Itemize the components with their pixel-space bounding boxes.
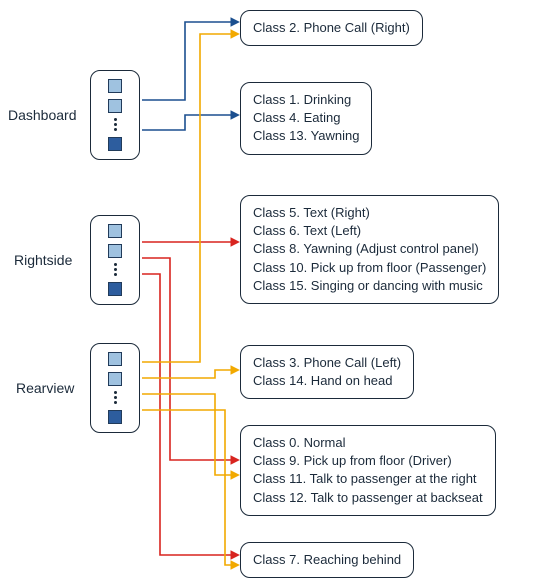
block-icon [108, 137, 122, 151]
block-icon [108, 99, 122, 113]
block-icon [108, 282, 122, 296]
class-box-drink-eat-yawn: Class 1. Drinking Class 4. Eating Class … [240, 82, 372, 155]
class-line: Class 13. Yawning [253, 127, 359, 145]
diagram-canvas: Dashboard Rightside Rearview Class 2. Ph… [0, 0, 552, 580]
source-label-rearview: Rearview [16, 380, 74, 396]
class-line: Class 14. Hand on head [253, 372, 401, 390]
source-label-dashboard: Dashboard [8, 107, 77, 123]
source-label-rightside: Rightside [14, 252, 72, 268]
class-box-normal-pickup-talk: Class 0. Normal Class 9. Pick up from fl… [240, 425, 496, 516]
block-icon [108, 372, 122, 386]
class-line: Class 7. Reaching behind [253, 551, 401, 569]
source-rearview [90, 343, 140, 433]
class-box-phone-left-hand: Class 3. Phone Call (Left) Class 14. Han… [240, 345, 414, 399]
class-line: Class 0. Normal [253, 434, 483, 452]
block-icon [108, 79, 122, 93]
class-box-text-yawn-pickup-sing: Class 5. Text (Right) Class 6. Text (Lef… [240, 195, 499, 304]
class-line: Class 11. Talk to passenger at the right [253, 470, 483, 488]
class-box-reaching-behind: Class 7. Reaching behind [240, 542, 414, 578]
class-line: Class 15. Singing or dancing with music [253, 277, 486, 295]
ellipsis-icon [114, 391, 117, 404]
ellipsis-icon [114, 118, 117, 131]
class-line: Class 6. Text (Left) [253, 222, 486, 240]
block-icon [108, 244, 122, 258]
class-line: Class 5. Text (Right) [253, 204, 486, 222]
source-rightside [90, 215, 140, 305]
block-icon [108, 352, 122, 366]
class-line: Class 3. Phone Call (Left) [253, 354, 401, 372]
block-icon [108, 224, 122, 238]
class-line: Class 4. Eating [253, 109, 359, 127]
source-dashboard [90, 70, 140, 160]
class-line: Class 2. Phone Call (Right) [253, 19, 410, 37]
ellipsis-icon [114, 263, 117, 276]
class-line: Class 1. Drinking [253, 91, 359, 109]
class-box-phone-right: Class 2. Phone Call (Right) [240, 10, 423, 46]
block-icon [108, 410, 122, 424]
class-line: Class 9. Pick up from floor (Driver) [253, 452, 483, 470]
class-line: Class 8. Yawning (Adjust control panel) [253, 240, 486, 258]
class-line: Class 12. Talk to passenger at backseat [253, 489, 483, 507]
class-line: Class 10. Pick up from floor (Passenger) [253, 259, 486, 277]
